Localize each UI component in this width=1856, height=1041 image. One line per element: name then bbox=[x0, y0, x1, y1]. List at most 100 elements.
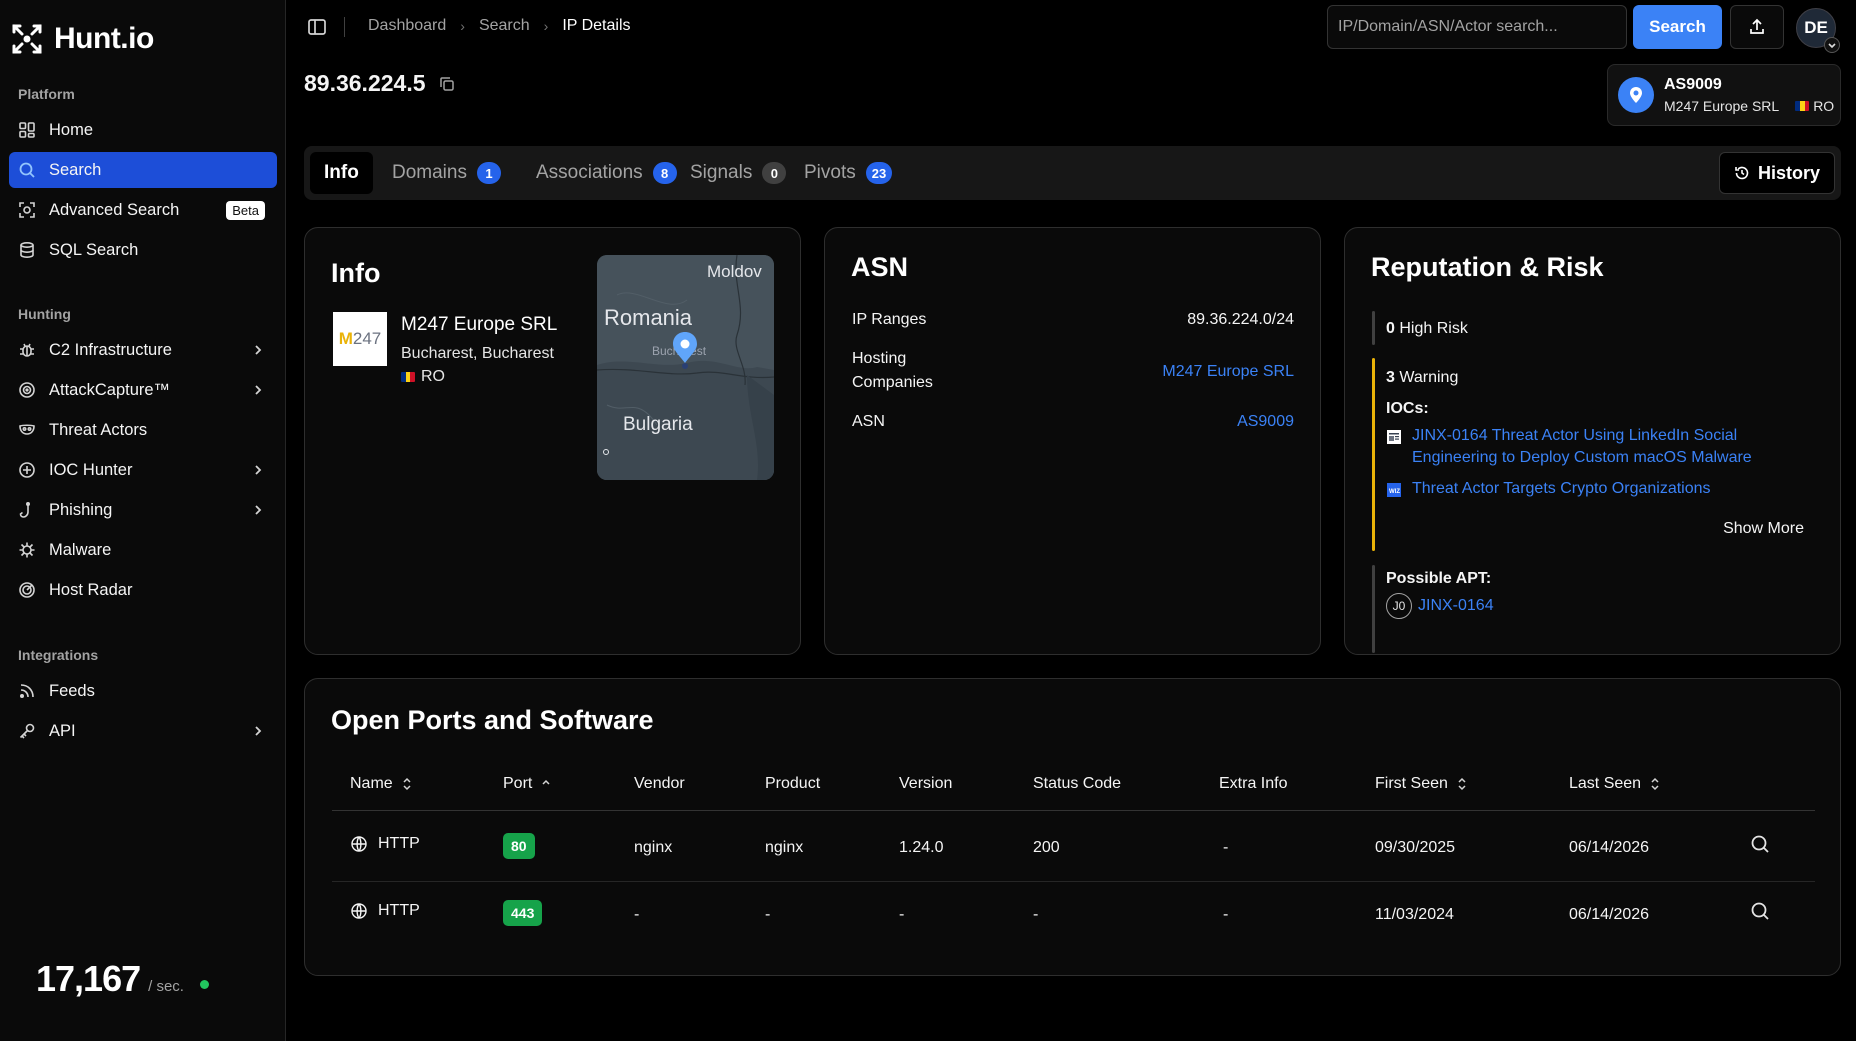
sidebar-item-c2-infrastructure[interactable]: C2 Infrastructure bbox=[9, 332, 277, 368]
chevron-right-icon: › bbox=[460, 18, 465, 34]
chevron-down-icon[interactable] bbox=[1824, 37, 1840, 53]
apt-link[interactable]: J0 JINX-0164 bbox=[1386, 593, 1494, 619]
asn-link[interactable]: AS9009 bbox=[1237, 413, 1294, 431]
cell-first-seen: 11/03/2024 bbox=[1375, 906, 1454, 923]
apt-avatar: J0 bbox=[1386, 593, 1412, 619]
cell-vendor: nginx bbox=[634, 839, 673, 856]
svg-text:WIZ: WIZ bbox=[1389, 489, 1400, 495]
asn-number: AS9009 bbox=[1664, 76, 1722, 93]
column-header-vendor: Vendor bbox=[634, 775, 685, 792]
location-map[interactable]: Moldov Romania Bucharest Bulgaria bbox=[597, 255, 774, 480]
tab-label: Signals bbox=[690, 162, 753, 183]
asn-label: ASN bbox=[852, 413, 885, 430]
open-ports-card: Open Ports and Software Name Port Vendor… bbox=[304, 678, 1841, 976]
search-icon[interactable] bbox=[1749, 833, 1771, 855]
upload-icon bbox=[1750, 18, 1764, 34]
nav-section-hunting: Hunting C2 Infrastructure AttackCapture™… bbox=[0, 306, 286, 612]
port-badge[interactable]: 443 bbox=[503, 900, 543, 926]
sidebar-item-attackcapture[interactable]: AttackCapture™ bbox=[9, 372, 277, 408]
tab-count: 8 bbox=[652, 162, 677, 184]
sidebar-item-label: Advanced Search bbox=[49, 200, 180, 219]
apt-name: JINX-0164 bbox=[1418, 597, 1494, 614]
map-label-moldova: Moldov bbox=[707, 262, 762, 281]
cell-name: HTTP bbox=[350, 902, 420, 920]
sort-icon bbox=[1458, 777, 1466, 791]
sidebar-item-label: Search bbox=[49, 160, 102, 179]
key-icon bbox=[17, 721, 37, 741]
column-header-name[interactable]: Name bbox=[350, 775, 413, 793]
sidebar-toggle-icon[interactable] bbox=[306, 16, 328, 38]
sidebar-item-host-radar[interactable]: Host Radar bbox=[9, 572, 277, 608]
asn-badge-card[interactable]: AS9009 M247 Europe SRL RO bbox=[1607, 64, 1841, 126]
sidebar-item-label: Threat Actors bbox=[49, 420, 148, 439]
tab-info[interactable]: Info bbox=[310, 152, 373, 194]
bug-icon bbox=[17, 340, 37, 360]
sidebar-item-advanced-search[interactable]: Advanced Search Beta bbox=[9, 192, 277, 228]
events-counter: 17,167 / sec. bbox=[36, 958, 209, 1000]
tab-signals[interactable]: Signals 0 bbox=[676, 152, 800, 194]
tab-pivots[interactable]: Pivots 23 bbox=[790, 152, 906, 194]
card-title: ASN bbox=[851, 252, 909, 282]
ioc-link[interactable]: JINX-0164 Threat Actor Using LinkedIn So… bbox=[1386, 425, 1806, 469]
sidebar-item-phishing[interactable]: Phishing bbox=[9, 492, 277, 528]
logo[interactable]: Hunt.io bbox=[10, 22, 154, 56]
chevron-right-icon bbox=[255, 726, 262, 736]
chevron-right-icon: › bbox=[543, 18, 549, 34]
breadcrumb: Dashboard › Search › IP Details bbox=[368, 17, 631, 35]
history-label: History bbox=[1757, 162, 1820, 183]
search-icon bbox=[17, 160, 37, 180]
copy-icon[interactable] bbox=[438, 75, 456, 93]
sidebar-item-ioc-hunter[interactable]: IOC Hunter bbox=[9, 452, 277, 488]
sidebar-item-label: C2 Infrastructure bbox=[49, 340, 172, 359]
search-input[interactable] bbox=[1327, 5, 1627, 49]
ioc-link[interactable]: WIZ Threat Actor Targets Crypto Organiza… bbox=[1386, 478, 1806, 500]
divider bbox=[344, 17, 345, 37]
grid-icon bbox=[17, 120, 37, 140]
sidebar-item-sql-search[interactable]: SQL Search bbox=[9, 232, 277, 268]
ioc-title: Threat Actor Targets Crypto Organization… bbox=[1412, 480, 1711, 497]
table-row: HTTP 443 - - - - - 11/03/2024 06/14/2026 bbox=[332, 882, 1815, 949]
org-country: RO bbox=[401, 368, 445, 386]
warning-bar bbox=[1372, 358, 1375, 551]
column-header-first-seen[interactable]: First Seen bbox=[1375, 775, 1468, 793]
hosting-company-link[interactable]: M247 Europe SRL bbox=[1162, 363, 1294, 381]
export-button[interactable] bbox=[1730, 5, 1784, 49]
sidebar-item-label: Phishing bbox=[49, 500, 113, 519]
sidebar-item-home[interactable]: Home bbox=[9, 112, 277, 148]
tab-domains[interactable]: Domains 1 bbox=[378, 152, 515, 194]
sort-asc-icon bbox=[542, 779, 550, 785]
sidebar-item-feeds[interactable]: Feeds bbox=[9, 673, 277, 709]
column-header-last-seen[interactable]: Last Seen bbox=[1569, 775, 1661, 793]
search-button[interactable]: Search bbox=[1633, 5, 1722, 49]
breadcrumb-dashboard[interactable]: Dashboard bbox=[368, 17, 446, 35]
cell-name: HTTP bbox=[350, 835, 420, 853]
high-risk-label: High Risk bbox=[1399, 320, 1468, 337]
romania-flag-icon bbox=[401, 372, 415, 382]
iocs-label: IOCs: bbox=[1386, 400, 1429, 417]
show-more-button[interactable]: Show More bbox=[1723, 520, 1804, 538]
map-label-bulgaria: Bulgaria bbox=[623, 414, 693, 435]
history-button[interactable]: History bbox=[1718, 152, 1835, 194]
location-pin-icon bbox=[1618, 77, 1654, 113]
column-header-port[interactable]: Port bbox=[503, 775, 552, 793]
breadcrumb-search[interactable]: Search bbox=[479, 17, 530, 35]
tab-count: 1 bbox=[476, 162, 501, 184]
apt-bar bbox=[1372, 565, 1375, 653]
ip-ranges-label: IP Ranges bbox=[852, 311, 927, 328]
service-name: HTTP bbox=[378, 835, 420, 852]
tab-associations[interactable]: Associations 8 bbox=[522, 152, 691, 194]
cell-first-seen: 09/30/2025 bbox=[1375, 839, 1456, 856]
romania-flag-icon bbox=[1795, 101, 1810, 111]
sidebar-item-threat-actors[interactable]: Threat Actors bbox=[9, 412, 277, 448]
sidebar-item-label: Home bbox=[49, 120, 94, 139]
cell-status-code: - bbox=[1033, 906, 1039, 923]
sidebar-item-malware[interactable]: Malware bbox=[9, 532, 277, 568]
sidebar-item-api[interactable]: API bbox=[9, 713, 277, 749]
column-label: Port bbox=[503, 775, 533, 792]
sidebar-item-search[interactable]: Search bbox=[9, 152, 277, 188]
port-badge[interactable]: 80 bbox=[503, 833, 535, 859]
sidebar-item-label: Host Radar bbox=[49, 580, 133, 599]
search-icon[interactable] bbox=[1749, 900, 1771, 922]
org-logo: M 247 bbox=[333, 312, 387, 366]
rss-icon bbox=[17, 681, 37, 701]
